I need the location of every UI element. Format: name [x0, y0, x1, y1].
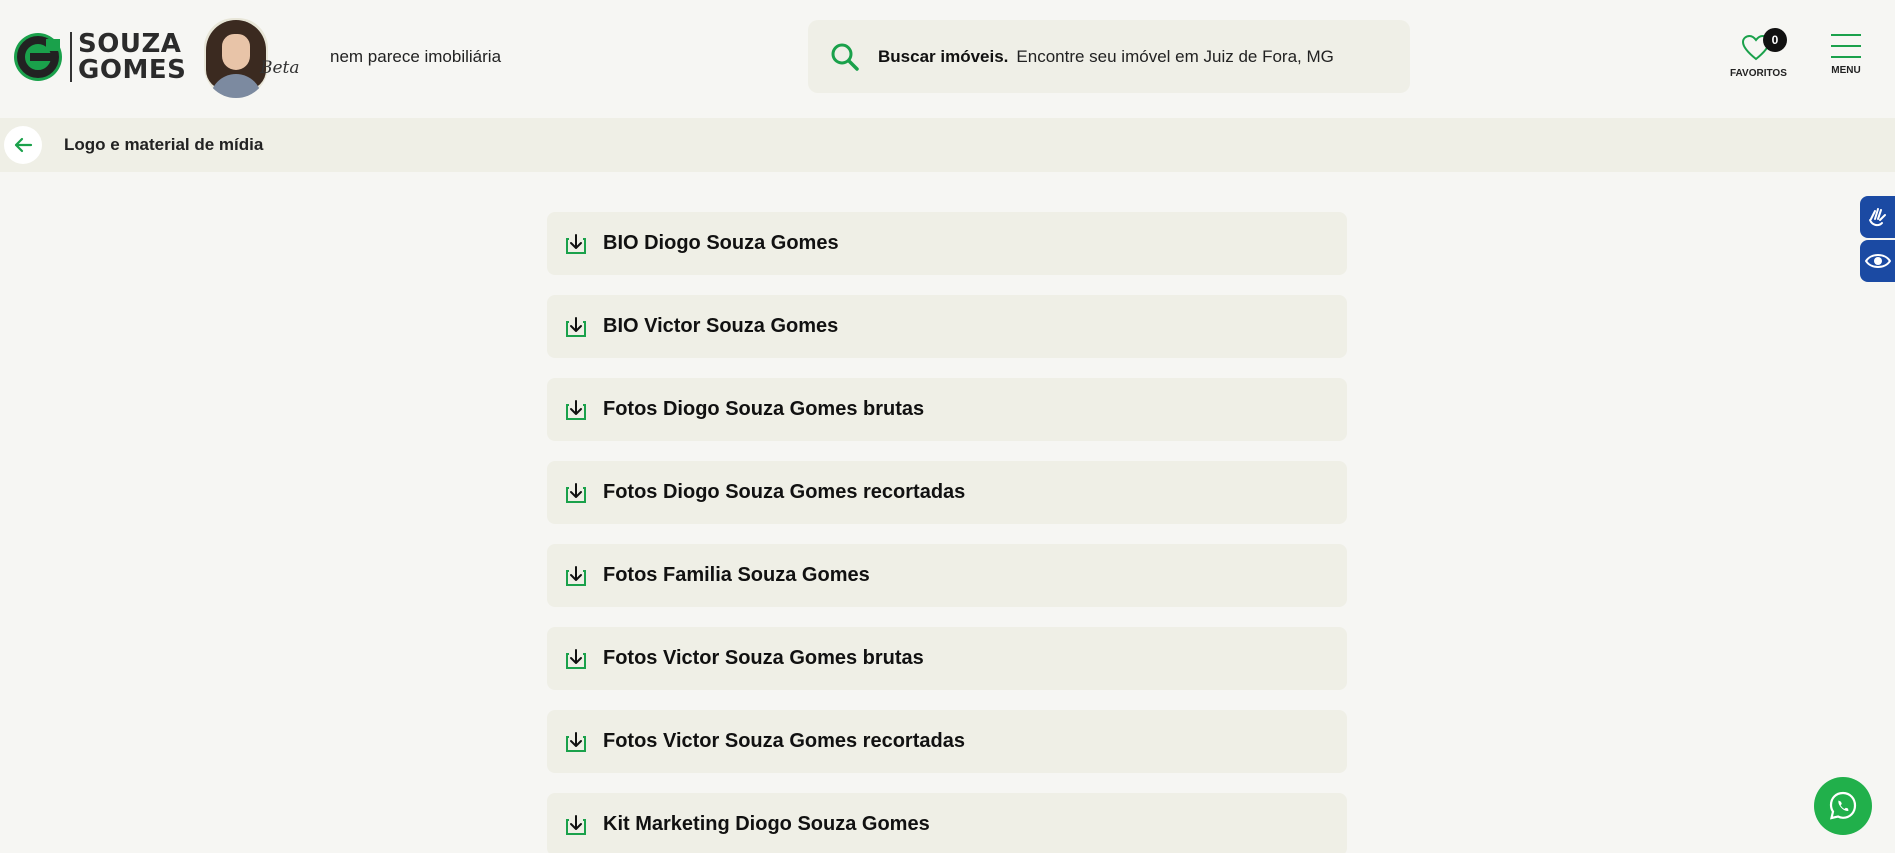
back-button[interactable]	[4, 126, 42, 164]
download-item[interactable]: Fotos Familia Souza Gomes	[547, 544, 1347, 607]
download-item-label: BIO Victor Souza Gomes	[603, 315, 839, 337]
download-item[interactable]: Fotos Victor Souza Gomes brutas	[547, 627, 1347, 690]
menu-button[interactable]: MENU	[1830, 34, 1862, 84]
beta-avatar: Beta	[200, 18, 300, 98]
logo-divider	[70, 32, 72, 82]
download-list: BIO Diogo Souza Gomes BIO Victor Souza G…	[547, 212, 1347, 853]
page-subheader: Logo e material de mídia	[0, 118, 1895, 172]
download-icon	[566, 399, 586, 420]
download-icon	[566, 814, 586, 835]
download-icon	[566, 648, 586, 669]
sign-language-button[interactable]	[1860, 196, 1895, 238]
download-item[interactable]: Kit Marketing Diogo Souza Gomes	[547, 793, 1347, 853]
search-label: Buscar imóveis.	[878, 46, 1009, 66]
accessibility-widget	[1860, 196, 1895, 284]
download-item[interactable]: Fotos Diogo Souza Gomes brutas	[547, 378, 1347, 441]
download-icon	[566, 233, 586, 254]
hamburger-icon	[1830, 34, 1862, 58]
visual-accessibility-button[interactable]	[1860, 240, 1895, 282]
site-header: SOUZA GOMES Beta nem parece imobiliária …	[0, 0, 1895, 118]
arrow-left-icon	[14, 137, 33, 153]
favorites-label: FAVORITOS	[1730, 68, 1787, 79]
search-placeholder: Encontre seu imóvel em Juiz de Fora, MG	[1016, 46, 1334, 66]
download-item-label: Fotos Victor Souza Gomes recortadas	[603, 730, 965, 752]
page-title: Logo e material de mídia	[64, 135, 264, 154]
logo-mark-icon	[14, 33, 62, 81]
download-item-label: Fotos Diogo Souza Gomes recortadas	[603, 481, 966, 503]
download-item-label: BIO Diogo Souza Gomes	[603, 232, 839, 254]
eye-icon	[1864, 254, 1891, 268]
beta-script-label: Beta	[260, 58, 300, 78]
favorites-button[interactable]: 0 FAVORITOS	[1730, 28, 1787, 84]
search-bar[interactable]: Buscar imóveis. Encontre seu imóvel em J…	[808, 20, 1410, 93]
tagline: nem parece imobiliária	[330, 47, 502, 66]
favorites-count-badge: 0	[1763, 28, 1787, 52]
avatar	[204, 18, 268, 98]
download-item-label: Fotos Familia Souza Gomes	[603, 564, 870, 586]
download-item-label: Fotos Victor Souza Gomes brutas	[603, 647, 924, 669]
search-icon	[831, 43, 859, 71]
download-item[interactable]: Fotos Diogo Souza Gomes recortadas	[547, 461, 1347, 524]
download-item[interactable]: BIO Victor Souza Gomes	[547, 295, 1347, 358]
sign-language-icon	[1868, 208, 1886, 227]
download-item[interactable]: BIO Diogo Souza Gomes	[547, 212, 1347, 275]
download-item[interactable]: Fotos Victor Souza Gomes recortadas	[547, 710, 1347, 773]
download-icon	[566, 731, 586, 752]
download-icon	[566, 316, 586, 337]
logo-line-1: SOUZA	[78, 29, 182, 59]
logo-line-2: GOMES	[78, 55, 187, 85]
download-icon	[566, 482, 586, 503]
menu-label: MENU	[1831, 65, 1861, 76]
whatsapp-icon	[1829, 791, 1857, 820]
brand-logo[interactable]: SOUZA GOMES	[12, 30, 186, 84]
download-item-label: Fotos Diogo Souza Gomes brutas	[603, 398, 925, 420]
download-icon	[566, 565, 586, 586]
logo-wordmark: SOUZA GOMES	[78, 31, 186, 83]
download-item-label: Kit Marketing Diogo Souza Gomes	[603, 813, 930, 835]
whatsapp-button[interactable]	[1814, 777, 1872, 835]
